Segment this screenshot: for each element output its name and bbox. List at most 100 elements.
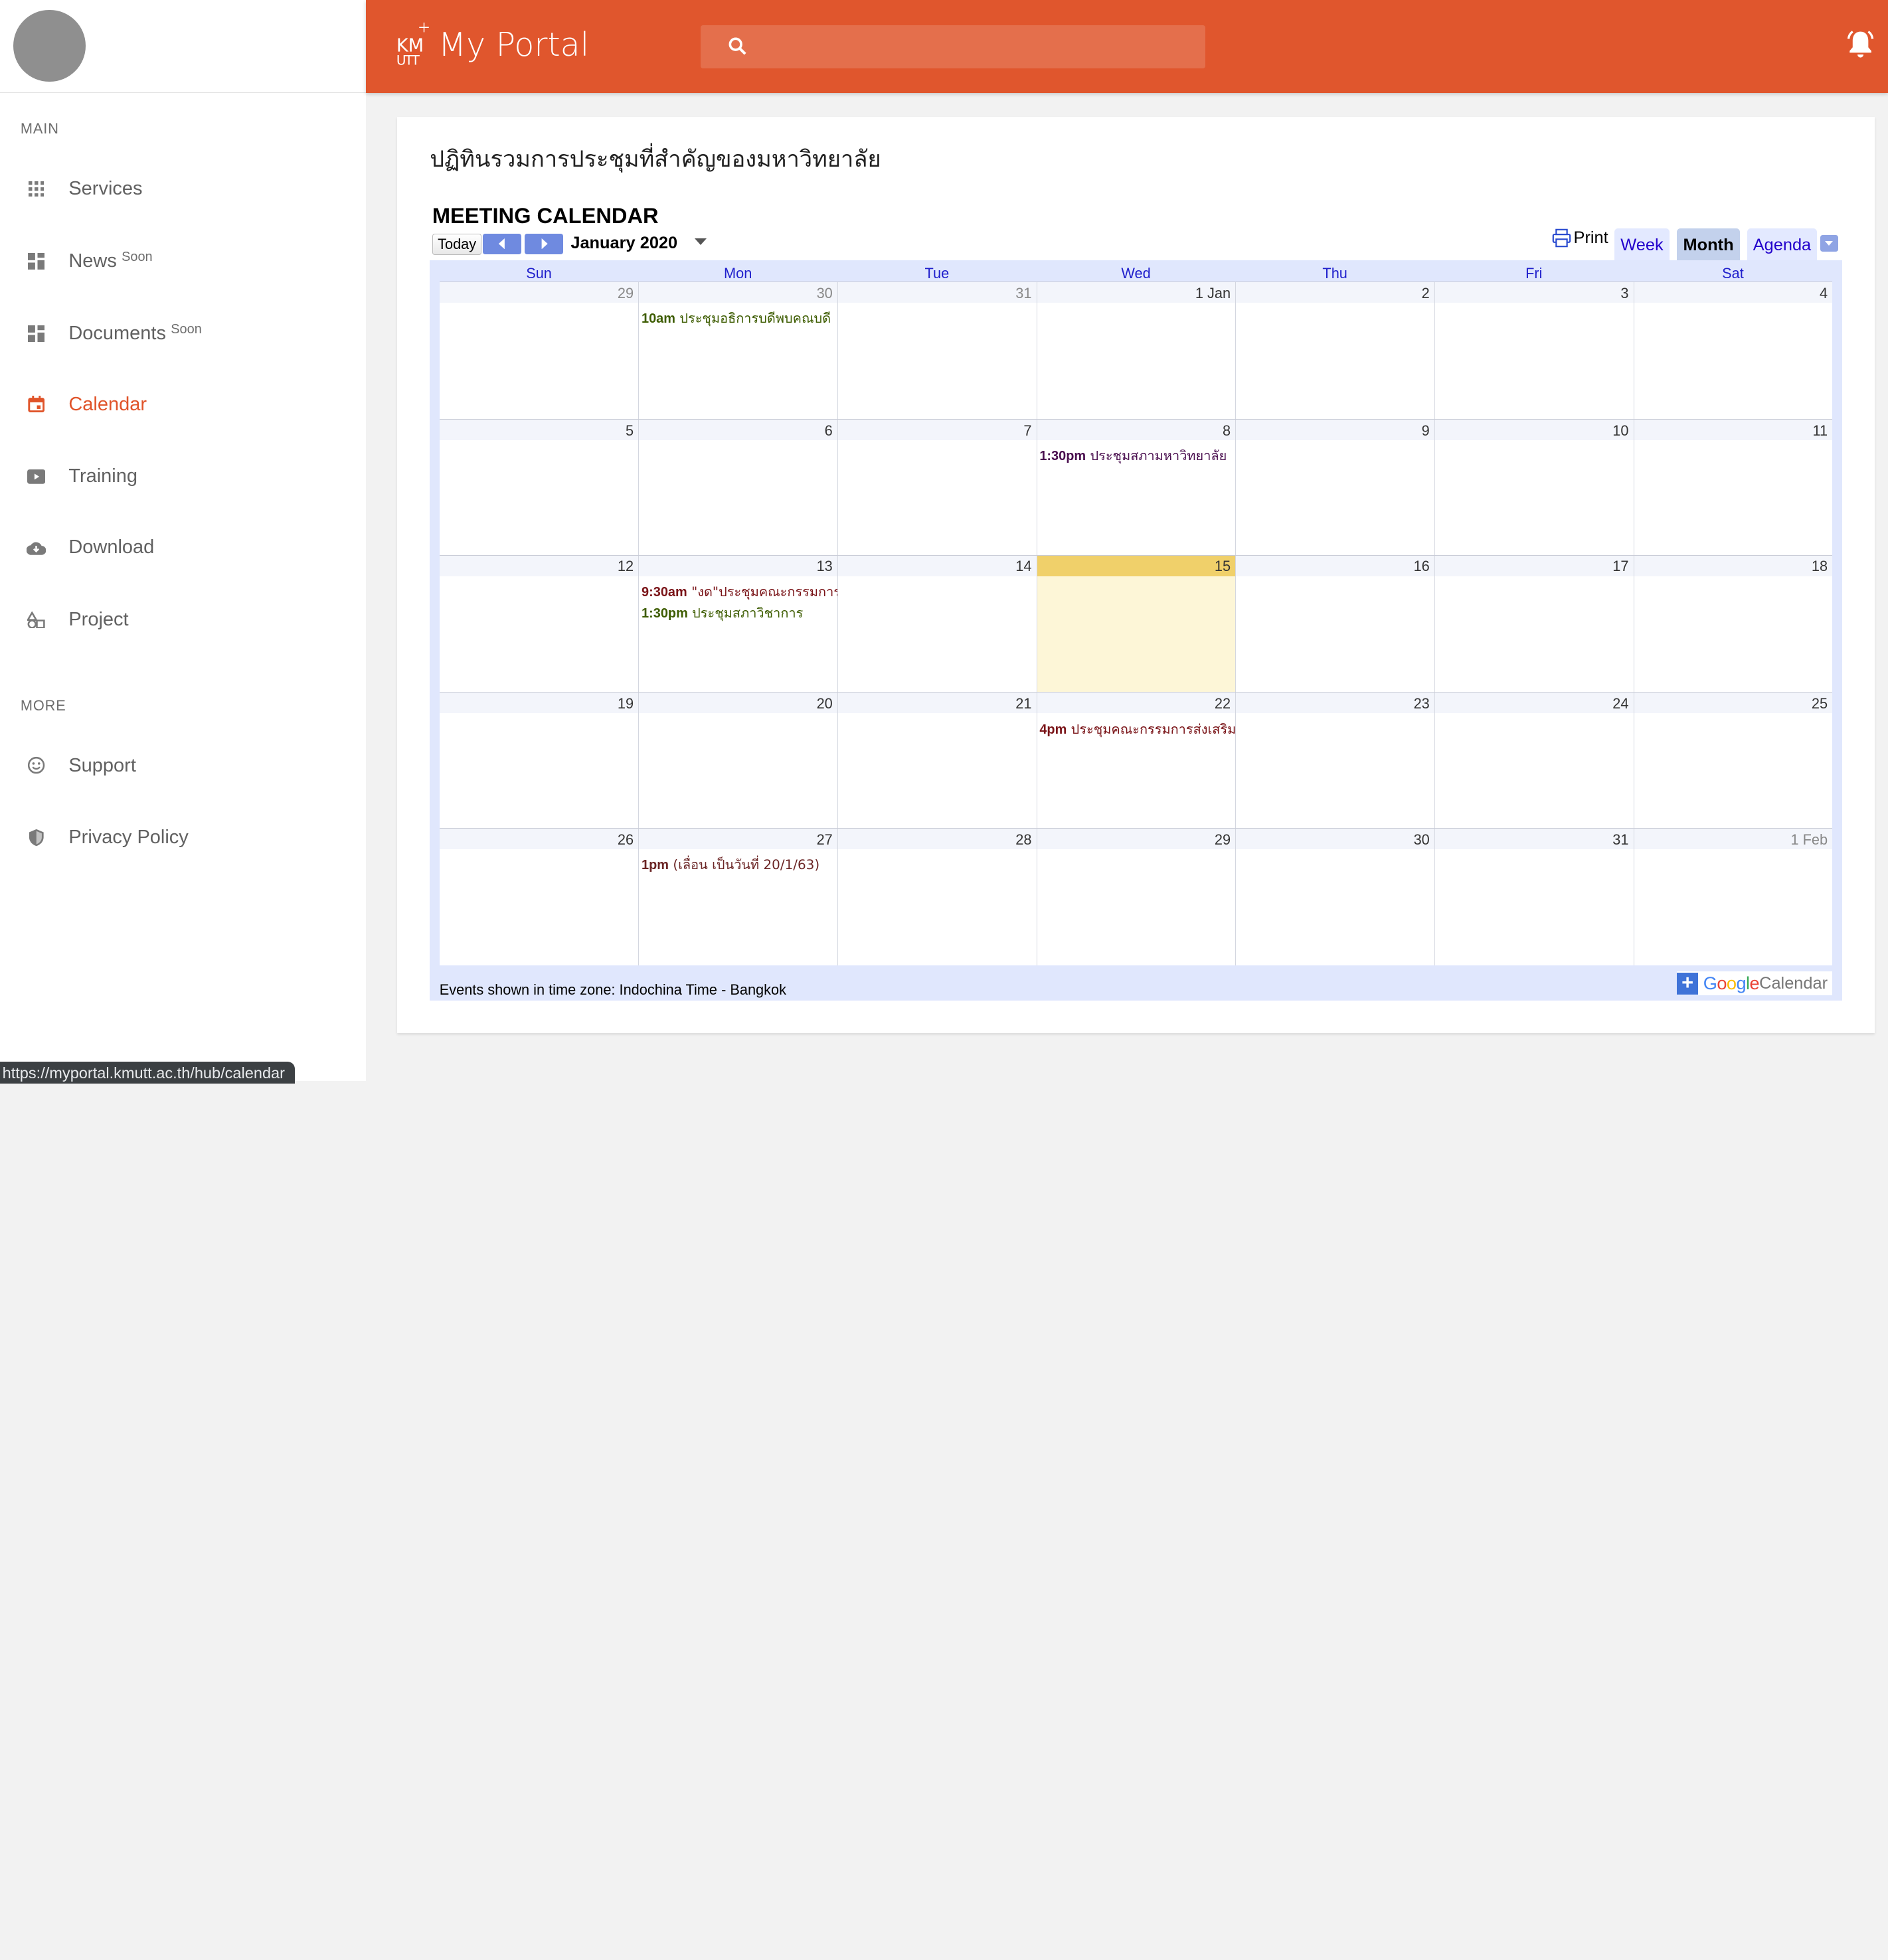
week-row: 12 13 9:30am "งด"ประชุมคณะกรรมการ 1:30pm ปร… xyxy=(439,554,1833,693)
day-cell[interactable]: 13 9:30am "งด"ประชุมคณะกรรมการ 1:30pm ประช… xyxy=(638,555,838,693)
day-cell[interactable]: 31 xyxy=(1434,829,1634,965)
day-cell[interactable]: 14 xyxy=(837,555,1037,693)
sidebar-item-support[interactable]: Support xyxy=(0,742,366,790)
day-number-band xyxy=(1037,829,1236,850)
print-label: Print xyxy=(1573,228,1608,248)
next-month-button[interactable] xyxy=(525,233,564,254)
tab-month[interactable]: Month xyxy=(1677,228,1740,260)
day-cell[interactable]: 18 xyxy=(1633,555,1833,693)
day-cell[interactable]: 29 xyxy=(439,282,639,419)
day-number: 10 xyxy=(1612,422,1629,439)
calendar-event[interactable]: 10am ประชุมอธิการบดีพบคณบดี xyxy=(642,307,837,329)
day-cell[interactable]: 4 xyxy=(1633,282,1833,419)
event-title: ประชุมอธิการบดีพบคณบดี xyxy=(679,310,831,327)
sidebar-item-project[interactable]: Project xyxy=(0,596,366,644)
day-cell[interactable]: 11 xyxy=(1633,419,1833,555)
day-cell[interactable]: 12 xyxy=(439,555,639,693)
day-number: 24 xyxy=(1612,695,1629,712)
day-cell[interactable]: 8 1:30pm ประชุมสภามหาวิทยาลัย xyxy=(1036,419,1236,555)
calendar-event[interactable]: 4pm ประชุมคณะกรรมการส่งเสริม xyxy=(1039,718,1235,740)
shield-icon xyxy=(27,828,46,847)
day-cell[interactable]: 17 xyxy=(1434,555,1634,693)
sidebar-item-calendar[interactable]: Calendar xyxy=(0,380,366,429)
sidebar-item-services[interactable]: Services xyxy=(0,165,366,213)
day-cell[interactable]: 2 xyxy=(1235,282,1435,419)
sidebar-item-documents[interactable]: Documents Soon xyxy=(0,309,366,358)
search-input[interactable] xyxy=(760,36,1205,58)
day-number-band xyxy=(1037,419,1236,440)
sidebar-item-privacy-policy[interactable]: Privacy Policy xyxy=(0,814,366,862)
day-number: 19 xyxy=(617,695,634,712)
day-cell[interactable]: 30 10am ประชุมอธิการบดีพบคณบดี xyxy=(638,282,838,419)
day-cell[interactable]: 22 4pm ประชุมคณะกรรมการส่งเสริม xyxy=(1036,693,1236,829)
calendar-event[interactable]: 1:30pm ประชุมสภาวิชาการ xyxy=(642,602,837,623)
day-cell[interactable]: 10 xyxy=(1434,419,1634,555)
day-cell[interactable]: 24 xyxy=(1434,693,1634,829)
month-label: January 2020 xyxy=(570,233,678,252)
search-bar[interactable] xyxy=(701,25,1205,69)
day-cell[interactable]: 3 xyxy=(1434,282,1634,419)
calendar-event[interactable]: 1:30pm ประชุมสภามหาวิทยาลัย xyxy=(1039,445,1235,466)
day-number-band xyxy=(1236,419,1435,440)
day-cell[interactable]: 20 xyxy=(638,693,838,829)
day-cell[interactable]: 6 xyxy=(638,419,838,555)
sidebar: MAIN Services News Soon Documents Soon C… xyxy=(0,0,367,1084)
view-dropdown-icon[interactable] xyxy=(1820,234,1839,252)
section-label-more: MORE xyxy=(20,696,66,714)
day-cell[interactable]: 27 1pm (เลื่อน เป็นวันที่ 20/1/63) xyxy=(638,829,838,965)
day-number: 6 xyxy=(824,422,833,439)
dow-sun: Sun xyxy=(526,264,552,282)
tab-week[interactable]: Week xyxy=(1614,228,1670,260)
dow-sat: Sat xyxy=(1722,264,1744,282)
day-number-band xyxy=(639,555,838,576)
prev-month-button[interactable] xyxy=(482,233,521,254)
month-grid: 29 30 10am ประชุมอธิการบดีพบคณบดี 31 1 Jan 2 3… xyxy=(439,282,1833,965)
day-number-band xyxy=(1037,555,1236,576)
day-number-band xyxy=(838,282,1037,303)
day-cell[interactable]: 21 xyxy=(837,693,1037,829)
week-row: 5 6 7 8 1:30pm ประชุมสภามหาวิทยาลัย 9 10 11 xyxy=(439,418,1833,555)
day-cell[interactable]: 29 xyxy=(1036,829,1236,965)
day-number-band xyxy=(1435,693,1634,714)
day-cell[interactable]: 5 xyxy=(439,419,639,555)
printer-icon xyxy=(1552,229,1571,248)
video-icon xyxy=(27,467,46,486)
day-cell[interactable]: 31 xyxy=(837,282,1037,419)
logo[interactable]: KM UTT My Portal xyxy=(395,23,589,68)
day-cell[interactable]: 1 Feb xyxy=(1633,829,1833,965)
day-number-band xyxy=(1037,693,1236,714)
day-cell-today[interactable]: 15 xyxy=(1036,555,1236,693)
google-calendar-label: Calendar xyxy=(1759,973,1828,993)
event-time: 9:30am xyxy=(642,584,687,600)
day-cell[interactable]: 19 xyxy=(439,693,639,828)
day-cell[interactable]: 30 xyxy=(1235,829,1435,965)
sidebar-header xyxy=(0,0,367,93)
today-button[interactable]: Today xyxy=(432,233,482,256)
sidebar-item-download[interactable]: Download xyxy=(0,524,366,572)
sidebar-item-training[interactable]: Training xyxy=(0,453,366,501)
calendar-event[interactable]: 1pm (เลื่อน เป็นวันที่ 20/1/63) xyxy=(642,854,837,875)
month-dropdown-icon[interactable] xyxy=(695,238,707,245)
day-cell[interactable]: 1 Jan xyxy=(1036,282,1236,419)
day-cell[interactable]: 23 xyxy=(1235,693,1435,829)
day-cell[interactable]: 16 xyxy=(1235,555,1435,693)
apps-grid-icon xyxy=(27,179,46,199)
smiley-icon xyxy=(27,756,46,776)
day-cell[interactable]: 26 xyxy=(439,829,639,965)
day-cell[interactable]: 7 xyxy=(837,419,1037,555)
google-calendar-button[interactable]: + Google Calendar xyxy=(1676,971,1833,996)
svg-text:UTT: UTT xyxy=(396,53,420,66)
tab-agenda[interactable]: Agenda xyxy=(1747,228,1818,260)
dashboard-icon xyxy=(27,324,46,343)
day-cell[interactable]: 9 xyxy=(1235,419,1435,555)
print-button[interactable]: Print xyxy=(1552,228,1608,248)
calendar-event[interactable]: 9:30am "งด"ประชุมคณะกรรมการ xyxy=(642,581,837,602)
day-cell[interactable]: 28 xyxy=(837,829,1037,965)
event-time: 1:30pm xyxy=(1039,448,1086,463)
event-title: (เลื่อน เป็นวันที่ 20/1/63) xyxy=(673,857,820,873)
day-cell[interactable]: 25 xyxy=(1633,693,1833,829)
sidebar-item-news[interactable]: News Soon xyxy=(0,237,366,286)
notification-bell-icon[interactable] xyxy=(1845,29,1876,60)
dow-wed: Wed xyxy=(1121,264,1151,282)
avatar[interactable] xyxy=(13,9,86,82)
